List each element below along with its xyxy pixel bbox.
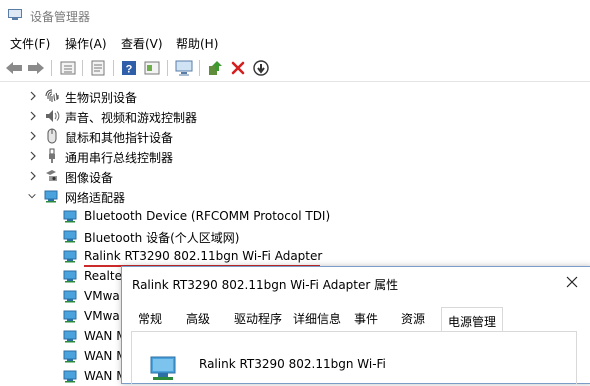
tree-category-mouse[interactable]: 鼠标和其他指针设备 (0, 126, 590, 146)
forward-icon[interactable] (26, 58, 46, 78)
tree-device-row[interactable]: Bluetooth 设备(个人区域网) (0, 226, 590, 246)
window-title: 设备管理器 (30, 10, 91, 24)
usb-icon (49, 148, 55, 163)
network-adapter-icon (63, 210, 77, 223)
device-manager-app-icon (8, 9, 22, 20)
menu-help[interactable]: 帮助(H) (176, 35, 218, 52)
tree-device-label: Bluetooth 设备(个人区域网) (84, 231, 240, 245)
close-icon[interactable] (565, 275, 579, 289)
tree-category-label: 鼠标和其他指针设备 (65, 131, 174, 145)
tree-category-label: 图像设备 (65, 171, 114, 185)
tree-device-label: VMwa (84, 289, 120, 303)
uninstall-icon[interactable] (228, 58, 248, 78)
chevron-down-icon[interactable] (27, 190, 37, 202)
tree-device-label: Ralink RT3290 802.11bgn Wi-Fi Adapter (84, 249, 323, 263)
properties-icon[interactable] (88, 58, 108, 78)
tab-content-panel: Ralink RT3290 802.11bgn Wi-Fi (131, 331, 577, 384)
network-adapter-icon (63, 250, 77, 263)
help-icon[interactable]: ? (119, 58, 139, 78)
tab-power-management[interactable]: 电源管理 (441, 307, 504, 332)
tree-category-label: 网络适配器 (65, 191, 126, 205)
tree-category-label: 生物识别设备 (65, 91, 138, 105)
device-name: Ralink RT3290 802.11bgn Wi-Fi (199, 357, 386, 371)
network-adapter-icon (63, 290, 77, 303)
network-adapter-icon (44, 190, 58, 203)
network-adapter-icon (63, 310, 77, 323)
tab-power-management-label: 电源管理 (448, 315, 497, 329)
update-driver-icon[interactable] (205, 58, 225, 78)
menu-action[interactable]: 操作(A) (65, 35, 107, 52)
toolbar: ? (0, 55, 590, 82)
tab-resources[interactable]: 资源 (401, 310, 425, 330)
tab-general[interactable]: 常规 (138, 310, 162, 330)
tree-device-row[interactable]: Bluetooth Device (RFCOMM Protocol TDI) (0, 206, 590, 226)
tab-details[interactable]: 详细信息 (293, 310, 341, 330)
tree-category-label: 声音、视频和游戏控制器 (65, 111, 198, 125)
mouse-icon (47, 128, 57, 144)
view-icon[interactable] (58, 58, 78, 78)
tree-category-sound[interactable]: 声音、视频和游戏控制器 (0, 106, 590, 126)
chevron-right-icon[interactable] (28, 130, 38, 142)
disable-icon[interactable] (251, 58, 271, 78)
dialog-tab-bar: 常规 高级 驱动程序 详细信息 事件 资源 电源管理 (131, 307, 582, 332)
chevron-right-icon[interactable] (28, 170, 38, 182)
monitor-icon[interactable] (174, 58, 194, 78)
network-adapter-icon (150, 356, 176, 380)
tree-category-biometric[interactable]: 生物识别设备 (0, 86, 590, 106)
show-hidden-icon[interactable] (142, 58, 162, 78)
properties-dialog: Ralink RT3290 802.11bgn Wi-Fi Adapter 属性… (121, 266, 590, 384)
network-adapter-icon (63, 230, 77, 243)
title-bar: 设备管理器 (0, 0, 590, 30)
chevron-right-icon[interactable] (28, 110, 38, 122)
fingerprint-icon (45, 89, 59, 102)
menu-file[interactable]: 文件(F) (10, 35, 50, 52)
tab-events[interactable]: 事件 (354, 310, 378, 330)
network-adapter-icon (63, 330, 77, 343)
chevron-right-icon[interactable] (28, 150, 38, 162)
tree-category-imaging[interactable]: 图像设备 (0, 166, 590, 186)
tree-category-usb[interactable]: 通用串行总线控制器 (0, 146, 590, 166)
menu-view[interactable]: 查看(V) (121, 35, 163, 52)
speaker-icon (46, 110, 60, 122)
chevron-right-icon[interactable] (28, 90, 38, 102)
tab-driver[interactable]: 驱动程序 (234, 310, 282, 330)
tree-device-label: Bluetooth Device (RFCOMM Protocol TDI) (84, 209, 331, 223)
tree-category-label: 通用串行总线控制器 (65, 151, 174, 165)
network-adapter-icon (63, 270, 77, 283)
dialog-title: Ralink RT3290 802.11bgn Wi-Fi Adapter 属性 (132, 278, 399, 292)
tab-advanced[interactable]: 高级 (186, 310, 210, 330)
menu-bar: 文件(F) 操作(A) 查看(V) 帮助(H) (0, 31, 590, 53)
tree-category-network-adapters[interactable]: 网络适配器 (0, 186, 590, 206)
tree-device-label: Realte (84, 269, 122, 283)
tree-device-row-selected[interactable]: Ralink RT3290 802.11bgn Wi-Fi Adapter (0, 246, 590, 266)
network-adapter-icon (63, 350, 77, 363)
back-icon[interactable] (4, 58, 24, 78)
camera-icon (46, 170, 57, 181)
svg-text:?: ? (126, 64, 133, 76)
tree-device-label: VMwa (84, 309, 120, 323)
